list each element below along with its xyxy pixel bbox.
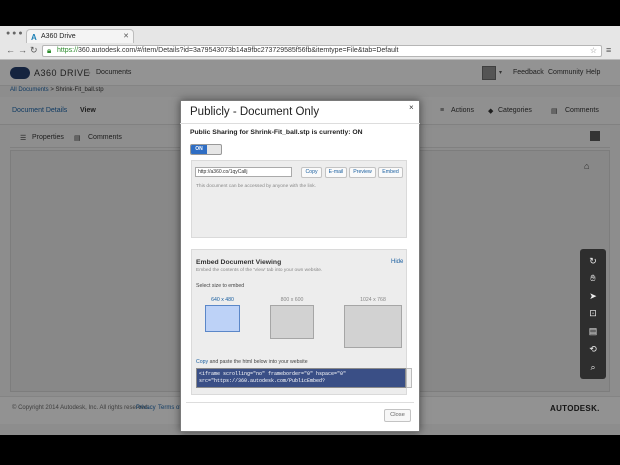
comment-icon[interactable]: ▤ — [585, 324, 601, 338]
copy-button[interactable]: Copy — [301, 167, 322, 178]
pan-hand-icon[interactable]: ✋︎ — [585, 271, 601, 285]
zoom-icon[interactable]: ⌕ — [585, 360, 601, 374]
embed-code-line-2: src="https://360.autodesk.com/PublicEmbe… — [199, 378, 326, 384]
screen: ● ● ● A A360 Drive ✕ ← → ↻ 🔒︎ https://36… — [0, 0, 620, 465]
size-option-1024[interactable] — [344, 305, 402, 348]
screen-bottom-edge — [0, 435, 620, 465]
hide-link[interactable]: Hide — [391, 259, 403, 265]
size-label-1024: 1024 x 768 — [360, 297, 386, 303]
embed-code-line-1: <iframe scrolling="no" frameborder="0" h… — [199, 371, 347, 377]
zoom-back-icon[interactable]: ⟲ — [585, 342, 601, 356]
public-sharing-toggle[interactable]: ON — [190, 144, 222, 155]
url-bar[interactable]: 🔒︎ https://360.autodesk.com/#/item/Detai… — [42, 45, 602, 57]
window-controls[interactable]: ● ● ● — [6, 30, 23, 37]
close-icon[interactable]: × — [409, 103, 414, 112]
access-note: This document can be accessed by anyone … — [196, 184, 316, 189]
zoom-window-icon[interactable]: ⊡ — [585, 306, 601, 320]
menu-icon[interactable]: ≡ — [606, 45, 611, 55]
copy-instructions: Copy and paste the html below into your … — [196, 359, 308, 365]
copy-instructions-text: and paste the html below into your websi… — [208, 359, 308, 365]
embed-button[interactable]: Embed — [378, 167, 403, 178]
divider — [180, 123, 420, 124]
divider — [186, 402, 414, 403]
lock-icon: 🔒︎ — [47, 46, 52, 55]
copy-link[interactable]: Copy — [196, 359, 208, 365]
close-button[interactable]: Close — [384, 409, 411, 422]
embed-code-scrollbar[interactable] — [406, 368, 412, 388]
size-label-640: 640 x 480 — [211, 297, 234, 303]
reload-icon[interactable]: ↻ — [30, 45, 38, 56]
url-scheme: https:// — [57, 47, 79, 54]
tab-title: A360 Drive — [41, 33, 76, 40]
select-arrow-icon[interactable]: ➤ — [585, 289, 601, 303]
size-option-640[interactable] — [205, 305, 240, 332]
size-option-800[interactable] — [270, 305, 314, 339]
preview-button[interactable]: Preview — [349, 167, 376, 178]
refresh-icon[interactable]: ↻ — [585, 254, 601, 268]
embed-title: Embed Document Viewing — [196, 259, 282, 266]
toggle-on-label: ON — [191, 145, 207, 154]
autodesk-a-icon: A — [31, 33, 37, 42]
embed-description: Embed the contents of the 'View' tab int… — [196, 268, 323, 273]
email-button[interactable]: E-mail — [325, 167, 347, 178]
sharing-status: Public Sharing for Shrink-Fit_ball.stp i… — [190, 129, 363, 136]
dialog-title: Publicly - Document Only — [190, 106, 320, 118]
embed-code-textarea[interactable]: <iframe scrolling="no" frameborder="0" h… — [196, 368, 406, 388]
forward-icon[interactable]: → — [18, 45, 27, 55]
bookmark-star-icon[interactable]: ☆ — [590, 46, 597, 55]
url-text: 360.autodesk.com/#/item/Details?id=3a795… — [78, 47, 399, 54]
size-label-800: 800 x 600 — [280, 297, 304, 303]
select-size-label: Select size to embed — [196, 283, 245, 289]
back-icon[interactable]: ← — [6, 45, 15, 55]
browser-tab[interactable]: A A360 Drive ✕ — [26, 29, 134, 43]
tab-close-icon[interactable]: ✕ — [123, 32, 129, 40]
share-link-input[interactable]: http://a360.co/1qyCallj — [195, 167, 292, 177]
